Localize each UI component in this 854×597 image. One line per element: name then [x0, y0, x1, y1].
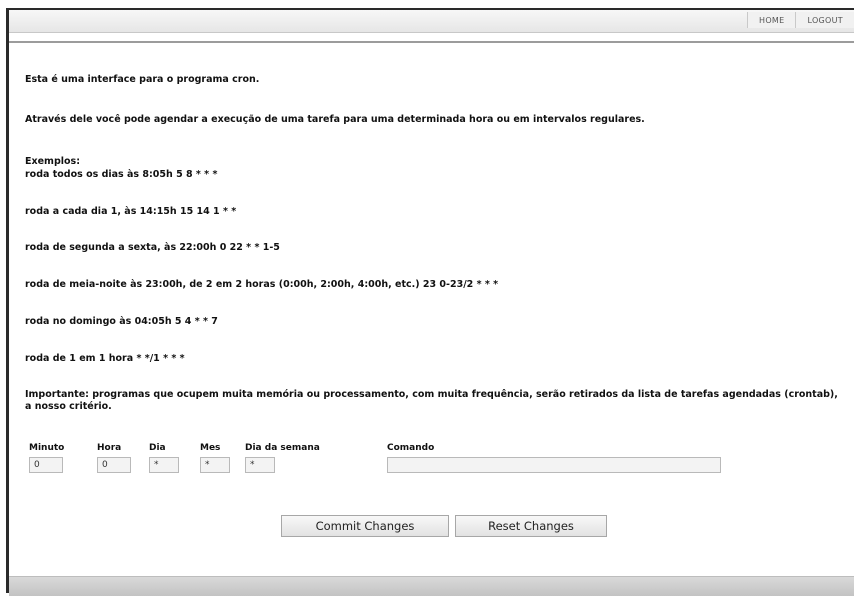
intro-line-2: Através dele você pode agendar a execuçã… [25, 114, 645, 125]
top-nav: HOME LOGOUT [747, 12, 854, 28]
example-item: roda todos os dias às 8:05h 5 8 * * * [25, 169, 218, 180]
example-item: roda de segunda a sexta, às 22:00h 0 22 … [25, 242, 280, 253]
comando-label: Comando [387, 443, 435, 453]
header-divider [9, 41, 854, 43]
hora-input[interactable]: 0 [97, 457, 131, 473]
intro-line-1: Esta é uma interface para o programa cro… [25, 74, 260, 85]
commit-changes-button[interactable]: Commit Changes [281, 515, 449, 537]
minuto-input[interactable]: 0 [29, 457, 63, 473]
page-frame: HOME LOGOUT Esta é uma interface para o … [6, 8, 854, 596]
reset-changes-button[interactable]: Reset Changes [455, 515, 607, 537]
minuto-label: Minuto [29, 443, 65, 453]
mes-label: Mes [200, 443, 221, 453]
bottom-bar [9, 576, 854, 596]
examples-title: Exemplos: [25, 156, 80, 167]
home-link[interactable]: HOME [747, 12, 796, 28]
example-item: roda de meia-noite às 23:00h, de 2 em 2 … [25, 279, 499, 290]
dia-semana-label: Dia da semana [245, 443, 320, 453]
warning-text: Importante: programas que ocupem muita m… [25, 389, 838, 412]
dia-input[interactable]: * [149, 457, 179, 473]
logout-link[interactable]: LOGOUT [795, 12, 854, 28]
example-item: roda a cada dia 1, às 14:15h 15 14 1 * * [25, 206, 237, 217]
mes-input[interactable]: * [200, 457, 230, 473]
dia-label: Dia [149, 443, 166, 453]
example-item: roda de 1 em 1 hora * */1 * * * [25, 353, 185, 364]
dia-semana-input[interactable]: * [245, 457, 275, 473]
top-navigation-bar: HOME LOGOUT [9, 10, 854, 33]
example-item: roda no domingo às 04:05h 5 4 * * 7 [25, 316, 218, 327]
comando-input[interactable] [387, 457, 721, 473]
hora-label: Hora [97, 443, 122, 453]
